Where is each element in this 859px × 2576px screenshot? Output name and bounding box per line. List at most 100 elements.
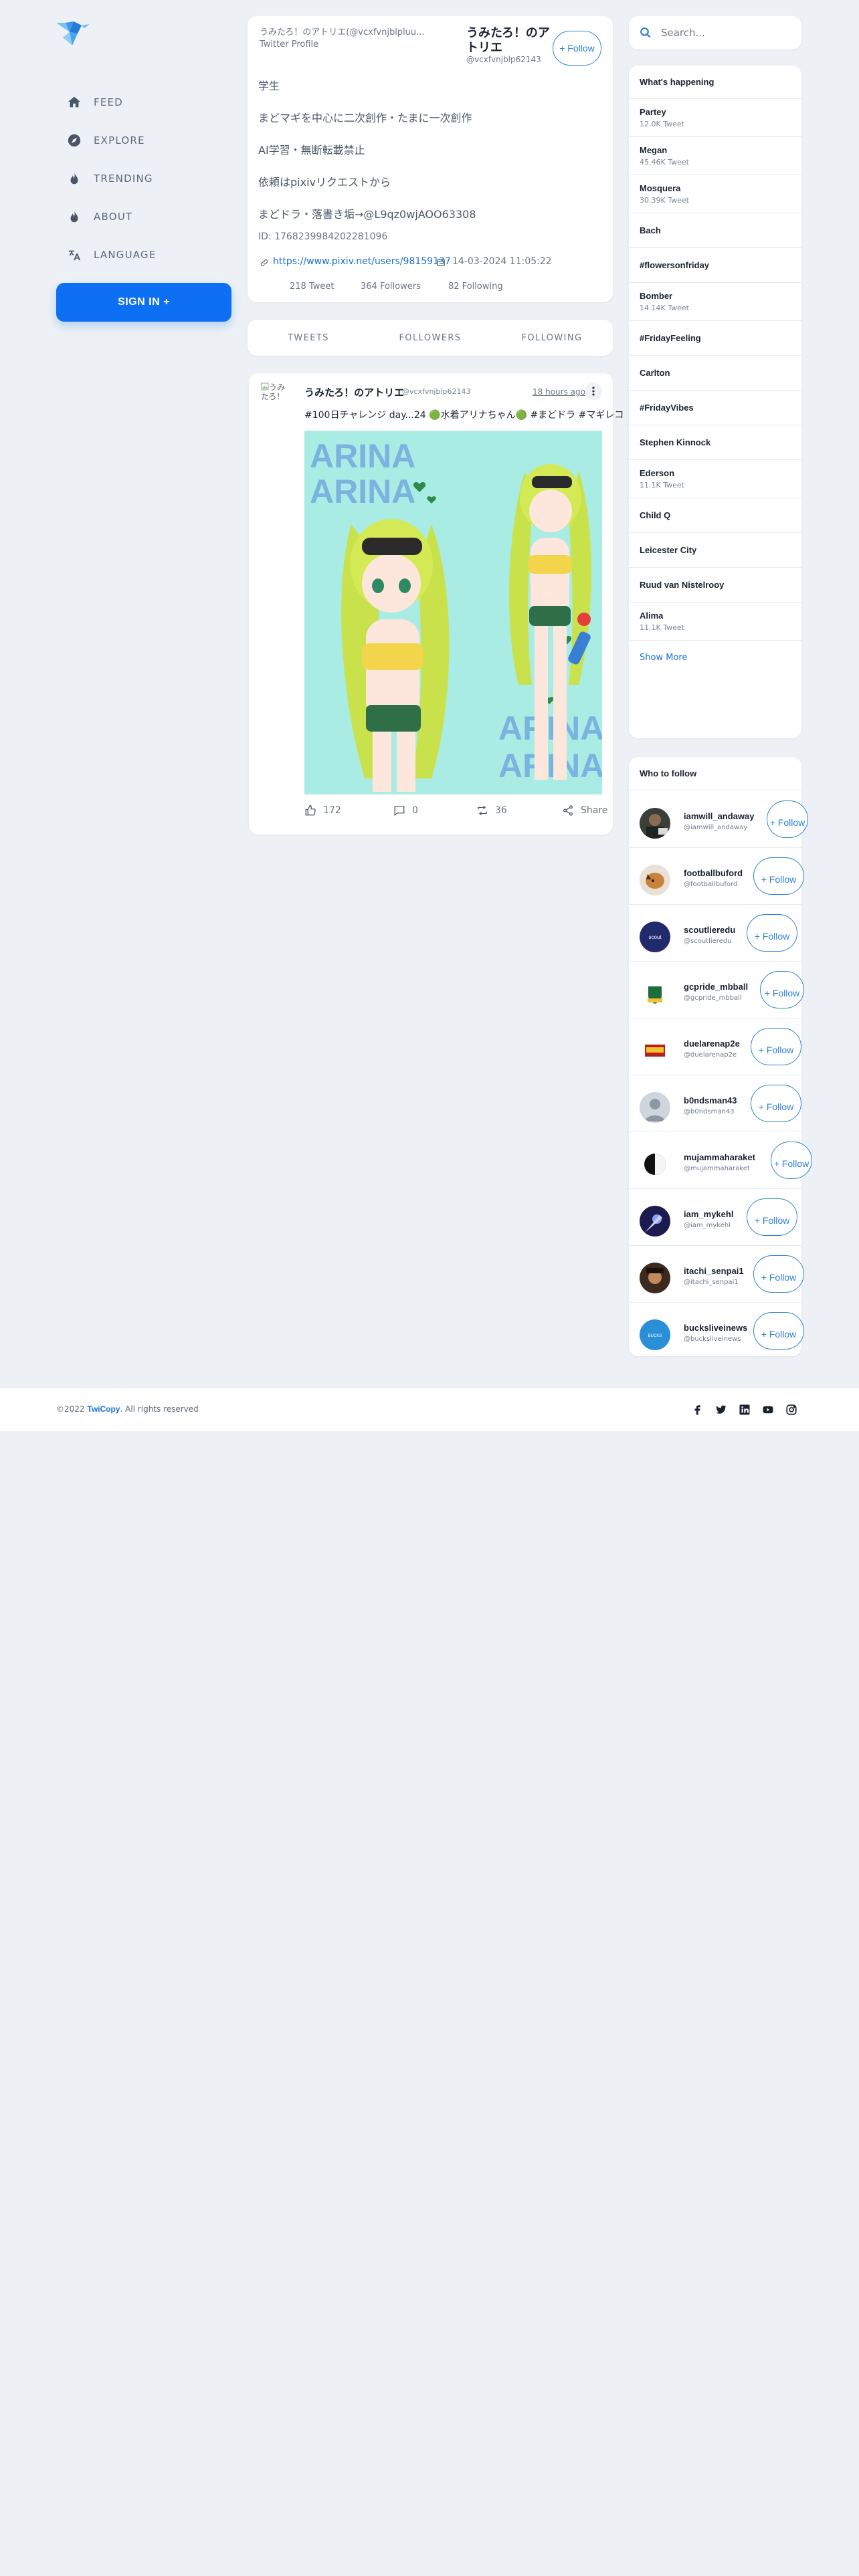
avatar[interactable]: scout xyxy=(640,922,670,952)
nav-item-label: EXPLORE xyxy=(94,134,145,146)
tweet-author-name[interactable]: うみたろ！のアトリエ xyxy=(304,385,404,399)
follow-suggestion: footballbuford @footballbuford + Follow xyxy=(629,848,804,905)
suggestion-follow-button[interactable]: + Follow xyxy=(747,1198,797,1236)
trend-name: #FridayVibes xyxy=(640,403,694,413)
trend-name: Alima xyxy=(640,611,664,621)
nav-item-label: ABOUT xyxy=(94,210,133,223)
svg-text:BUCKS: BUCKS xyxy=(648,1334,662,1338)
tab-followers[interactable]: FOLLOWERS xyxy=(369,333,491,343)
suggestion-follow-button[interactable]: + Follow xyxy=(753,857,804,895)
trend-item[interactable]: Megan 45.46K Tweet xyxy=(629,137,801,175)
suggestion-name[interactable]: gcpride_mbball xyxy=(684,982,748,992)
suggestion-name[interactable]: duelarenap2e xyxy=(684,1039,740,1049)
search-input[interactable] xyxy=(661,27,788,39)
trend-item[interactable]: Alima 11.1K Tweet xyxy=(629,603,801,641)
nav-item-explore[interactable]: EXPLORE xyxy=(55,121,231,159)
suggestion-name[interactable]: bucksliveinews xyxy=(684,1323,747,1333)
trend-item[interactable]: Stephen Kinnock xyxy=(629,425,801,460)
instagram-icon[interactable] xyxy=(785,1404,797,1416)
nav-item-label: LANGUAGE xyxy=(94,248,157,261)
trend-item[interactable]: #flowersonfriday xyxy=(629,248,801,283)
avatar[interactable] xyxy=(640,1149,670,1180)
tweet-like-button[interactable]: 172 xyxy=(304,804,341,817)
profile-website-link[interactable]: https://www.pixiv.net/users/98159137 xyxy=(273,256,451,267)
trend-item[interactable]: Mosquera 30.39K Tweet xyxy=(629,175,801,213)
suggestion-name[interactable]: iam_mykehl xyxy=(684,1209,733,1219)
nav-item-trending[interactable]: TRENDING xyxy=(55,159,231,197)
tweet-image[interactable]: ARINA ARINA ARINA ARINA xyxy=(304,431,602,794)
suggestion-handle: @itachi_senpai1 xyxy=(684,1279,739,1286)
suggestion-name[interactable]: mujammaharaket xyxy=(684,1152,755,1162)
youtube-icon[interactable] xyxy=(762,1404,774,1416)
copyright-suffix: . All rights reserved xyxy=(120,1404,199,1414)
profile-following-count[interactable]: 82 Following xyxy=(448,282,503,292)
link-icon xyxy=(260,259,268,267)
bio-line: AI学習・無断転載禁止 xyxy=(258,144,365,156)
profile-followers-count[interactable]: 364 Followers xyxy=(361,282,421,292)
suggestion-handle: @scoutlieredu xyxy=(684,938,732,945)
trend-item[interactable]: Carlton xyxy=(629,356,801,391)
trend-item[interactable]: Bomber 14.14K Tweet xyxy=(629,283,801,321)
trend-name: #flowersonfriday xyxy=(640,260,710,270)
nav-item-language[interactable]: LANGUAGE xyxy=(55,235,231,274)
nav-item-about[interactable]: ABOUT xyxy=(55,197,231,235)
suggestion-follow-button[interactable]: + Follow xyxy=(751,1028,801,1065)
suggestion-handle: @b0ndsman43 xyxy=(684,1108,735,1115)
tweet-more-button[interactable] xyxy=(585,383,602,400)
trend-item[interactable]: Ruud van Nistelrooy xyxy=(629,568,801,603)
trend-name: Stephen Kinnock xyxy=(640,437,711,447)
suggestion-handle: @gcpride_mbball xyxy=(684,994,742,1002)
suggestion-follow-button[interactable]: + Follow xyxy=(760,971,804,1008)
suggestion-name[interactable]: footballbuford xyxy=(684,868,743,878)
follow-suggestion: mujammaharaket @mujammaharaket + Follow xyxy=(629,1132,812,1189)
tweet-timestamp[interactable]: 18 hours ago xyxy=(533,387,585,397)
trend-item[interactable]: #FridayVibes xyxy=(629,391,801,425)
brand-link[interactable]: TwiCopy xyxy=(87,1404,120,1414)
tab-following[interactable]: FOLLOWING xyxy=(491,333,613,343)
suggestion-follow-button[interactable]: + Follow xyxy=(747,914,797,952)
trend-item[interactable]: Partey 12.0K Tweet xyxy=(629,99,801,137)
trends-show-more-link[interactable]: Show More xyxy=(629,641,801,675)
trend-item[interactable]: Ederson 11.1K Tweet xyxy=(629,460,801,498)
trend-count: 30.39K Tweet xyxy=(640,196,689,205)
tweet-share-button[interactable]: Share xyxy=(562,804,607,817)
suggestion-follow-button[interactable]: + Follow xyxy=(753,1312,804,1350)
search-box[interactable] xyxy=(629,16,801,49)
image-text: ARINA xyxy=(310,437,415,475)
nav-item-label: FEED xyxy=(94,96,123,108)
avatar[interactable] xyxy=(640,978,670,1009)
trend-name: Partey xyxy=(640,107,666,117)
trend-name: #FridayFeeling xyxy=(640,333,701,343)
profile-follow-button[interactable]: + Follow xyxy=(553,31,601,66)
sign-in-button[interactable]: SIGN IN + xyxy=(56,283,231,322)
avatar[interactable] xyxy=(640,1035,670,1066)
tweet-retweet-button[interactable]: 36 xyxy=(476,804,507,817)
trend-item[interactable]: #FridayFeeling xyxy=(629,321,801,356)
suggestion-follow-button[interactable]: + Follow xyxy=(767,800,808,838)
linkedin-icon[interactable] xyxy=(739,1404,751,1416)
tweet-comment-button[interactable]: 0 xyxy=(393,804,418,817)
retweet-icon xyxy=(478,805,487,816)
tweet-avatar[interactable]: うみたろ！ xyxy=(261,383,289,401)
avatar[interactable]: BUCKS xyxy=(640,1319,670,1350)
avatar[interactable] xyxy=(640,865,670,895)
avatar[interactable] xyxy=(640,1206,670,1237)
suggestion-name[interactable]: scoutlieredu xyxy=(684,925,735,935)
trend-item[interactable]: Bach xyxy=(629,213,801,248)
twitter-icon[interactable] xyxy=(715,1404,727,1416)
suggestion-name[interactable]: itachi_senpai1 xyxy=(684,1266,744,1276)
tab-tweets[interactable]: TWEETS xyxy=(248,333,369,343)
suggestion-follow-button[interactable]: + Follow xyxy=(753,1255,804,1293)
avatar[interactable] xyxy=(640,808,670,839)
facebook-icon[interactable] xyxy=(692,1404,704,1416)
suggestion-name[interactable]: b0ndsman43 xyxy=(684,1095,737,1105)
suggestion-name[interactable]: iamwill_andaway xyxy=(684,811,755,821)
trend-item[interactable]: Leicester City xyxy=(629,533,801,568)
suggestion-follow-button[interactable]: + Follow xyxy=(771,1142,812,1179)
nav-item-feed[interactable]: FEED xyxy=(55,83,231,121)
bird-logo-icon[interactable] xyxy=(55,19,91,49)
avatar[interactable] xyxy=(640,1263,670,1293)
trend-item[interactable]: Child Q xyxy=(629,498,801,533)
avatar[interactable] xyxy=(640,1092,670,1123)
suggestion-follow-button[interactable]: + Follow xyxy=(751,1085,801,1122)
